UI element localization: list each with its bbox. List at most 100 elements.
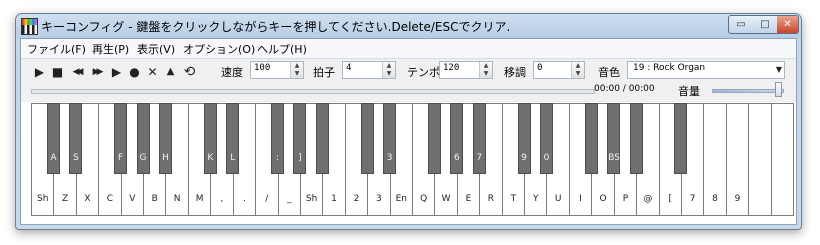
white-key-label: / xyxy=(265,194,269,204)
black-key[interactable]: 6 xyxy=(450,103,464,174)
black-key[interactable] xyxy=(629,103,643,174)
tone-label: 音色 xyxy=(598,66,620,79)
menu-options[interactable]: オプション(O) xyxy=(183,41,255,57)
black-key[interactable] xyxy=(427,103,441,174)
black-key[interactable]: 0 xyxy=(539,103,553,174)
menu-play[interactable]: 再生(P) xyxy=(92,41,129,57)
play-icon[interactable]: ▶ xyxy=(32,63,47,81)
maximize-button[interactable]: □ xyxy=(753,15,778,34)
tone-value: 19 : Rock Organ xyxy=(633,63,706,73)
white-key-label: Y xyxy=(533,194,539,204)
white-key-label: O xyxy=(599,194,607,204)
white-key-label: Z xyxy=(62,194,69,204)
black-key[interactable]: F xyxy=(114,103,128,174)
black-key[interactable] xyxy=(584,103,598,174)
speed-spinner[interactable]: 100 ▲ ▼ xyxy=(250,61,304,79)
black-key-label: ] xyxy=(298,153,302,163)
black-key[interactable] xyxy=(360,103,374,174)
window-title: キーコンフィグ - 鍵盤をクリックしながらキーを押してください.Delete/E… xyxy=(41,20,511,34)
dropdown-arrow-icon[interactable]: ▼ xyxy=(776,62,782,78)
white-key-label: Q xyxy=(420,194,428,204)
black-key-label: 0 xyxy=(543,153,550,163)
tempo-spin-arrows[interactable]: ▲ ▼ xyxy=(479,62,492,78)
white-key-label: [ xyxy=(668,194,672,204)
white-key-label: W xyxy=(441,194,451,204)
menu-bar: ファイル(F) 再生(P) 表示(V) オプション(O) ヘルプ(H) xyxy=(21,39,796,59)
tone-select[interactable]: 19 : Rock Organ ▼ xyxy=(627,61,785,79)
black-key[interactable]: BS xyxy=(607,103,621,174)
white-key[interactable]: 9 xyxy=(725,103,750,216)
black-key[interactable]: 7 xyxy=(472,103,486,174)
white-key-label: V xyxy=(129,194,136,204)
black-key-label: 9 xyxy=(521,153,527,163)
metronome-icon[interactable]: ▲ xyxy=(163,63,178,81)
volume-slider-thumb[interactable] xyxy=(775,82,782,97)
transpose-spinner[interactable]: 0 ▲ ▼ xyxy=(533,61,585,79)
play-alt-icon[interactable]: ▶ xyxy=(109,63,124,81)
black-key[interactable]: L xyxy=(226,103,240,174)
black-key[interactable]: A xyxy=(46,103,60,174)
piano-app-icon xyxy=(21,18,38,35)
loop-icon[interactable]: ⟲ xyxy=(182,63,197,81)
fast-forward-icon[interactable]: ▶▶ xyxy=(89,63,104,81)
record-icon[interactable]: ● xyxy=(127,63,142,81)
black-key[interactable]: 3 xyxy=(383,103,397,174)
close-button[interactable]: ✕ xyxy=(777,15,799,34)
speed-spin-arrows[interactable]: ▲ ▼ xyxy=(290,62,303,78)
beat-spin-arrows[interactable]: ▲ ▼ xyxy=(382,62,395,78)
black-key-label: H xyxy=(162,153,169,163)
white-key-label: P xyxy=(622,194,629,204)
beat-value: 4 xyxy=(346,63,352,73)
black-key-label: : xyxy=(275,153,280,163)
white-key-label: 1 xyxy=(331,194,337,204)
white-key-label: C xyxy=(106,194,114,204)
black-key-label: L xyxy=(230,153,236,163)
white-key-label: _ xyxy=(286,194,292,204)
black-key[interactable]: S xyxy=(69,103,83,174)
tempo-label: テンポ xyxy=(407,66,440,79)
white-key[interactable]: 8 xyxy=(703,103,727,216)
beat-spinner[interactable]: 4 ▲ ▼ xyxy=(342,61,396,79)
black-key-label: 6 xyxy=(453,153,460,163)
white-key-label: 9 xyxy=(734,194,741,204)
stop-icon[interactable]: ■ xyxy=(50,63,65,81)
black-key[interactable]: H xyxy=(158,103,172,174)
menu-view[interactable]: 表示(V) xyxy=(137,41,175,57)
black-key[interactable]: ] xyxy=(293,103,307,174)
white-key-label: Sh xyxy=(305,194,318,204)
black-key[interactable] xyxy=(315,103,329,174)
black-key[interactable]: 9 xyxy=(517,103,531,174)
black-key-label: A xyxy=(50,153,57,163)
volume-label: 音量 xyxy=(678,85,700,98)
white-key[interactable] xyxy=(770,103,794,216)
toolbar: ▶ ■ ◀◀ ▶▶ ▶ ● ✕ ▲ ⟲ 速度 100 ▲ ▼ 拍子 4 ▲ ▼ テン… xyxy=(21,59,796,102)
menu-help[interactable]: ヘルプ(H) xyxy=(257,41,307,57)
speed-label: 速度 xyxy=(221,66,243,79)
white-key-label: I xyxy=(579,194,582,204)
close-x-icon[interactable]: ✕ xyxy=(145,63,160,81)
transpose-spin-arrows[interactable]: ▲ ▼ xyxy=(571,62,584,78)
white-key-label: M xyxy=(195,194,204,204)
volume-slider[interactable] xyxy=(712,89,784,93)
black-key[interactable]: G xyxy=(136,103,150,174)
white-key-label: En xyxy=(395,194,407,204)
black-key-label: F xyxy=(118,153,124,163)
white-key-label: 2 xyxy=(353,194,360,204)
transpose-value: 0 xyxy=(537,63,543,73)
rewind-icon[interactable]: ◀◀ xyxy=(69,63,84,81)
white-key-label: . xyxy=(242,194,246,204)
white-key-label: @ xyxy=(643,194,653,204)
piano-keyboard[interactable]: Sh Z X C V B N M,. / _ Sh 1 2 3 En Q W E R T Y U I O P @ [7 8 9 A S F G H… xyxy=(31,103,794,218)
white-key[interactable] xyxy=(748,103,772,216)
minimize-button[interactable]: ▭ xyxy=(728,15,754,34)
tempo-value: 120 xyxy=(443,63,460,73)
black-key-label: BS xyxy=(608,153,620,163)
tempo-spinner[interactable]: 120 ▲ ▼ xyxy=(439,61,493,79)
black-key[interactable]: : xyxy=(271,103,285,174)
menu-file[interactable]: ファイル(F) xyxy=(27,41,86,57)
seek-bar[interactable] xyxy=(31,89,595,94)
black-key[interactable] xyxy=(674,103,688,174)
black-key[interactable]: K xyxy=(203,103,217,174)
client-area: ファイル(F) 再生(P) 表示(V) オプション(O) ヘルプ(H) ▶ ■ … xyxy=(20,38,797,225)
white-key-label: T xyxy=(510,194,517,204)
